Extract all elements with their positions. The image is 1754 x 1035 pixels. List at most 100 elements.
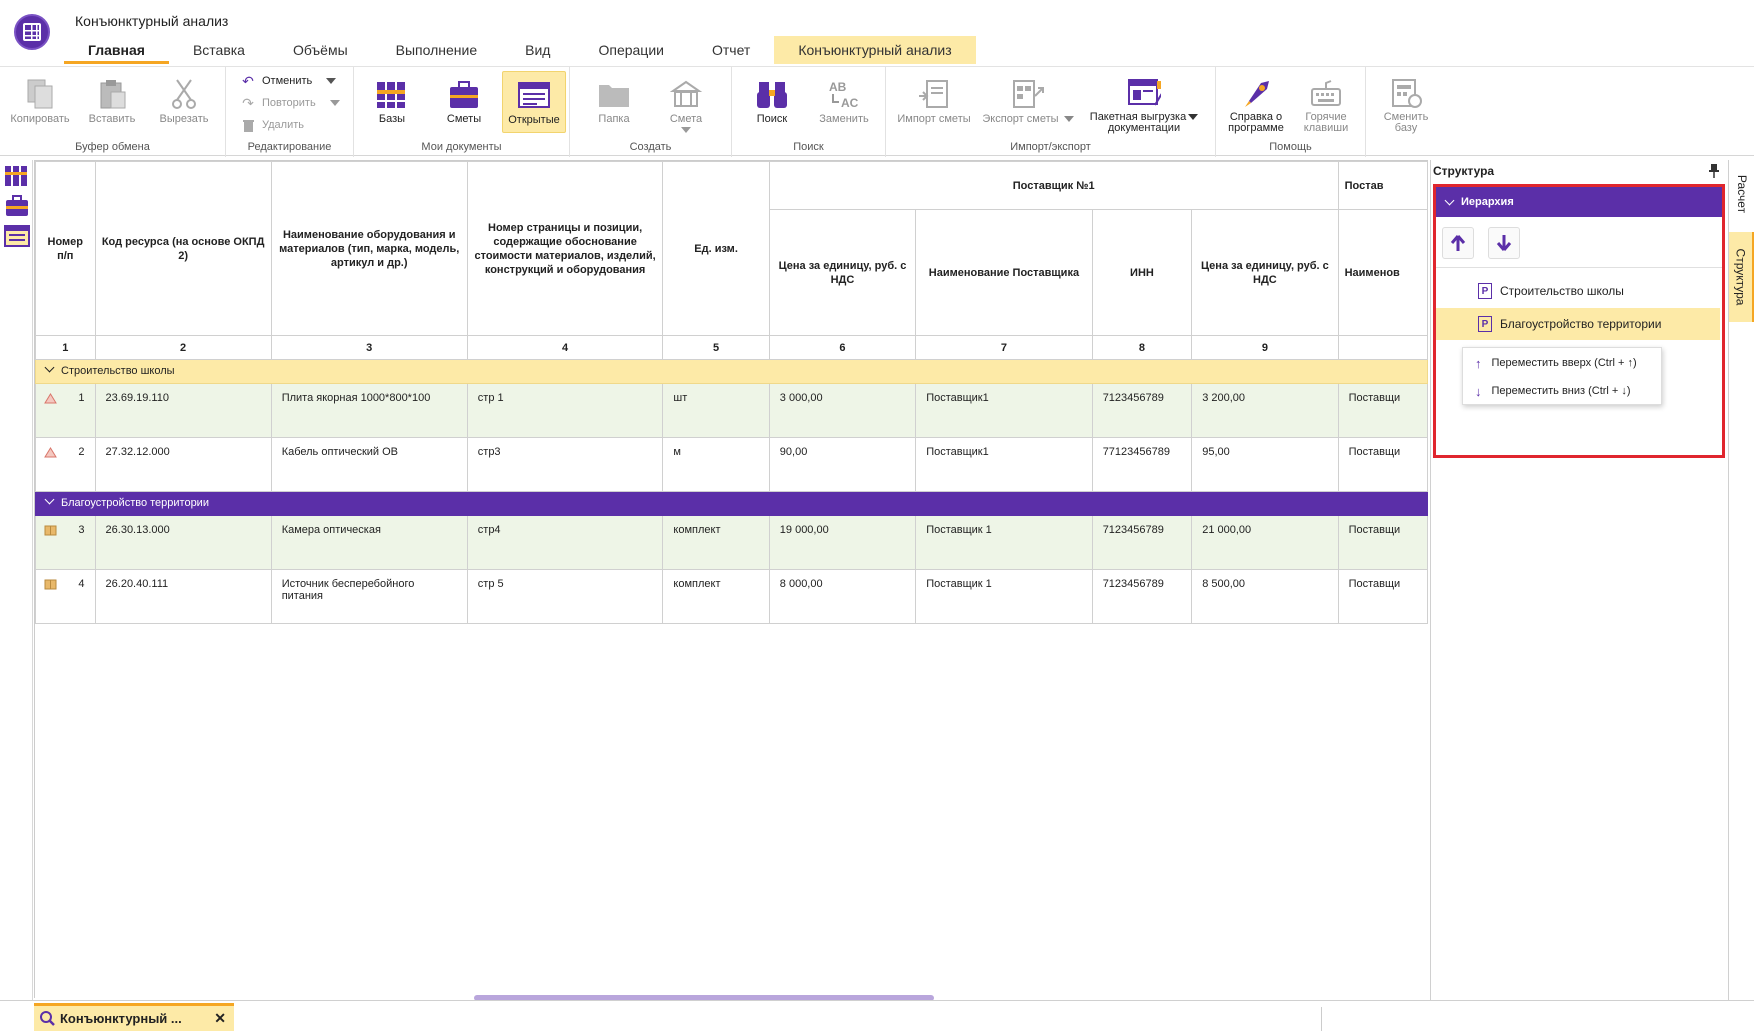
header-num[interactable]: Номер п/п: [35, 161, 96, 336]
binoculars-icon: [755, 77, 789, 111]
copy-icon: [23, 77, 57, 111]
about-button[interactable]: Справка о программе: [1224, 71, 1288, 134]
header-supplier-name[interactable]: Наименование Поставщика: [915, 209, 1093, 336]
briefcase-icon: [447, 77, 481, 111]
ribbon-tabs: Главная Вставка Объёмы Выполнение Вид Оп…: [64, 36, 976, 64]
tab-volumes[interactable]: Объёмы: [269, 36, 372, 64]
replace-icon: AB AC: [827, 77, 861, 111]
chevron-down-icon[interactable]: [44, 362, 55, 373]
arrow-down-icon: ↓: [1475, 383, 1482, 399]
bottom-tab-bar: Конъюнктурный ... ✕: [0, 1000, 1754, 1035]
vtab-structure[interactable]: Структура: [1729, 232, 1754, 322]
batch-export-button[interactable]: Пакетная выгрузка документации: [1082, 71, 1206, 134]
undo-button[interactable]: ↶ Отменить: [240, 71, 337, 91]
hierarchy-item-school[interactable]: P Строительство школы: [1436, 275, 1720, 307]
keyboard-icon: [1309, 77, 1343, 109]
switch-base-icon: [1389, 77, 1423, 109]
hotkeys-button[interactable]: Горячие клавиши: [1294, 71, 1358, 134]
group-row-school[interactable]: Строительство школы: [35, 359, 1428, 384]
paste-button[interactable]: Вставить: [80, 71, 144, 133]
scissors-icon: [167, 77, 201, 111]
hierarchy-item-landscaping[interactable]: P Благоустройство территории: [1436, 308, 1720, 340]
hierarchy-box: Иерархия P Строительство школы P Благоустр…: [1433, 184, 1725, 458]
context-move-down[interactable]: ↓ Переместить вниз (Ctrl + ↓): [1463, 378, 1661, 404]
app-logo[interactable]: [14, 14, 50, 50]
redo-button[interactable]: ↷ Повторить: [240, 93, 340, 113]
bases-side-icon[interactable]: [4, 164, 30, 188]
find-button[interactable]: Поиск: [740, 71, 804, 133]
header-supplier-2[interactable]: Постав: [1337, 161, 1428, 210]
briefcase-side-icon[interactable]: [4, 194, 30, 218]
tab-main[interactable]: Главная: [64, 36, 169, 64]
chevron-down-icon[interactable]: [44, 494, 55, 505]
group-row-landscaping[interactable]: Благоустройство территории: [35, 491, 1428, 516]
header-price[interactable]: Цена за единицу, руб. с НДС: [768, 209, 917, 336]
svg-text:AB: AB: [829, 80, 847, 94]
search-icon: [38, 1009, 56, 1030]
structure-title: Структура: [1433, 164, 1495, 178]
new-estimate-button[interactable]: Смета: [654, 71, 718, 133]
arrow-up-icon: ↑: [1475, 355, 1482, 371]
bases-button[interactable]: Базы: [360, 71, 424, 133]
header-name-cut[interactable]: Наименов: [1337, 209, 1428, 336]
table-row[interactable]: 1 23.69.19.110 Плита якорная 1000*800*10…: [35, 383, 1428, 438]
copy-button[interactable]: Копировать: [8, 71, 72, 133]
move-up-button[interactable]: [1442, 227, 1474, 259]
arrow-down-icon: [1496, 235, 1512, 251]
header-name[interactable]: Наименование оборудования и материалов (…: [270, 161, 468, 336]
table-row[interactable]: 2 27.32.12.000 Кабель оптический ОВ стр3…: [35, 437, 1428, 492]
header-unit[interactable]: Ед. изм.: [662, 161, 770, 336]
paste-icon: [95, 77, 129, 111]
table-row[interactable]: 4 26.20.40.111 Источник бесперебойного п…: [35, 569, 1428, 624]
tab-execution[interactable]: Выполнение: [372, 36, 501, 64]
section-badge-icon: P: [1478, 316, 1492, 332]
warning-icon: [44, 447, 57, 458]
box-icon: [44, 525, 57, 536]
open-documents-icon: [517, 78, 551, 112]
context-menu: ↑ Переместить вверх (Ctrl + ↑) ↓ Перемести…: [1462, 347, 1662, 405]
warning-icon: [44, 393, 57, 404]
move-down-button[interactable]: [1488, 227, 1520, 259]
data-grid: Номер п/п Код ресурса (на основе ОКПД 2)…: [34, 160, 1428, 998]
group-help: Справка о программе Горячие клавиши Помощь: [1216, 67, 1366, 157]
estimates-button[interactable]: Сметы: [432, 71, 496, 133]
switch-base-button[interactable]: Сменить базу: [1374, 71, 1438, 134]
group-import-export: Импорт сметы Экспорт сметы Пакетная выгр…: [886, 67, 1216, 157]
hierarchy-header[interactable]: Иерархия: [1436, 187, 1722, 217]
close-icon[interactable]: ✕: [214, 1010, 226, 1027]
header-supplier-1[interactable]: Поставщик №1: [768, 161, 1339, 210]
header-inn[interactable]: ИНН: [1091, 209, 1193, 336]
header-code[interactable]: Код ресурса (на основе ОКПД 2): [94, 161, 272, 336]
open-docs-side-icon[interactable]: [4, 224, 30, 248]
replace-button[interactable]: AB AC Заменить: [812, 71, 876, 133]
tab-operations[interactable]: Операции: [574, 36, 688, 64]
structure-panel: Структура Иерархия P Строительство школы …: [1430, 160, 1726, 1000]
building-icon: [669, 77, 703, 111]
tab-view[interactable]: Вид: [501, 36, 574, 64]
folder-icon: [597, 77, 631, 111]
import-icon: [917, 77, 951, 111]
export-icon: [1011, 77, 1045, 111]
tab-report[interactable]: Отчет: [688, 36, 774, 64]
import-estimate-button[interactable]: Импорт сметы: [894, 71, 974, 133]
export-estimate-button[interactable]: Экспорт сметы: [980, 71, 1076, 133]
undo-icon: ↶: [242, 72, 254, 89]
tab-insert[interactable]: Вставка: [169, 36, 269, 64]
right-vertical-tabs: Расчет Структура: [1728, 160, 1754, 1000]
vtab-calculation[interactable]: Расчет: [1729, 160, 1754, 228]
group-clipboard: Копировать Вставить Вырезать Буфер обмен…: [0, 67, 226, 157]
chevron-down-icon[interactable]: [1444, 195, 1455, 206]
header-page[interactable]: Номер страницы и позиции, содержащие обо…: [466, 161, 664, 336]
document-tab[interactable]: Конъюнктурный ... ✕: [34, 1003, 234, 1031]
open-docs-button[interactable]: Открытые: [502, 71, 566, 133]
tab-market-analysis[interactable]: Конъюнктурный анализ: [774, 36, 976, 64]
cut-button[interactable]: Вырезать: [152, 71, 216, 133]
table-row[interactable]: 3 26.30.13.000 Камера оптическая стр4 ко…: [35, 515, 1428, 570]
header-price-2[interactable]: Цена за единицу, руб. с НДС: [1191, 209, 1339, 336]
delete-button[interactable]: Удалить: [240, 115, 304, 135]
folder-button[interactable]: Папка: [582, 71, 646, 133]
arrow-up-icon: [1450, 235, 1466, 251]
context-move-up[interactable]: ↑ Переместить вверх (Ctrl + ↑): [1463, 350, 1661, 376]
bases-icon: [375, 77, 409, 111]
pin-icon[interactable]: [1709, 164, 1719, 181]
